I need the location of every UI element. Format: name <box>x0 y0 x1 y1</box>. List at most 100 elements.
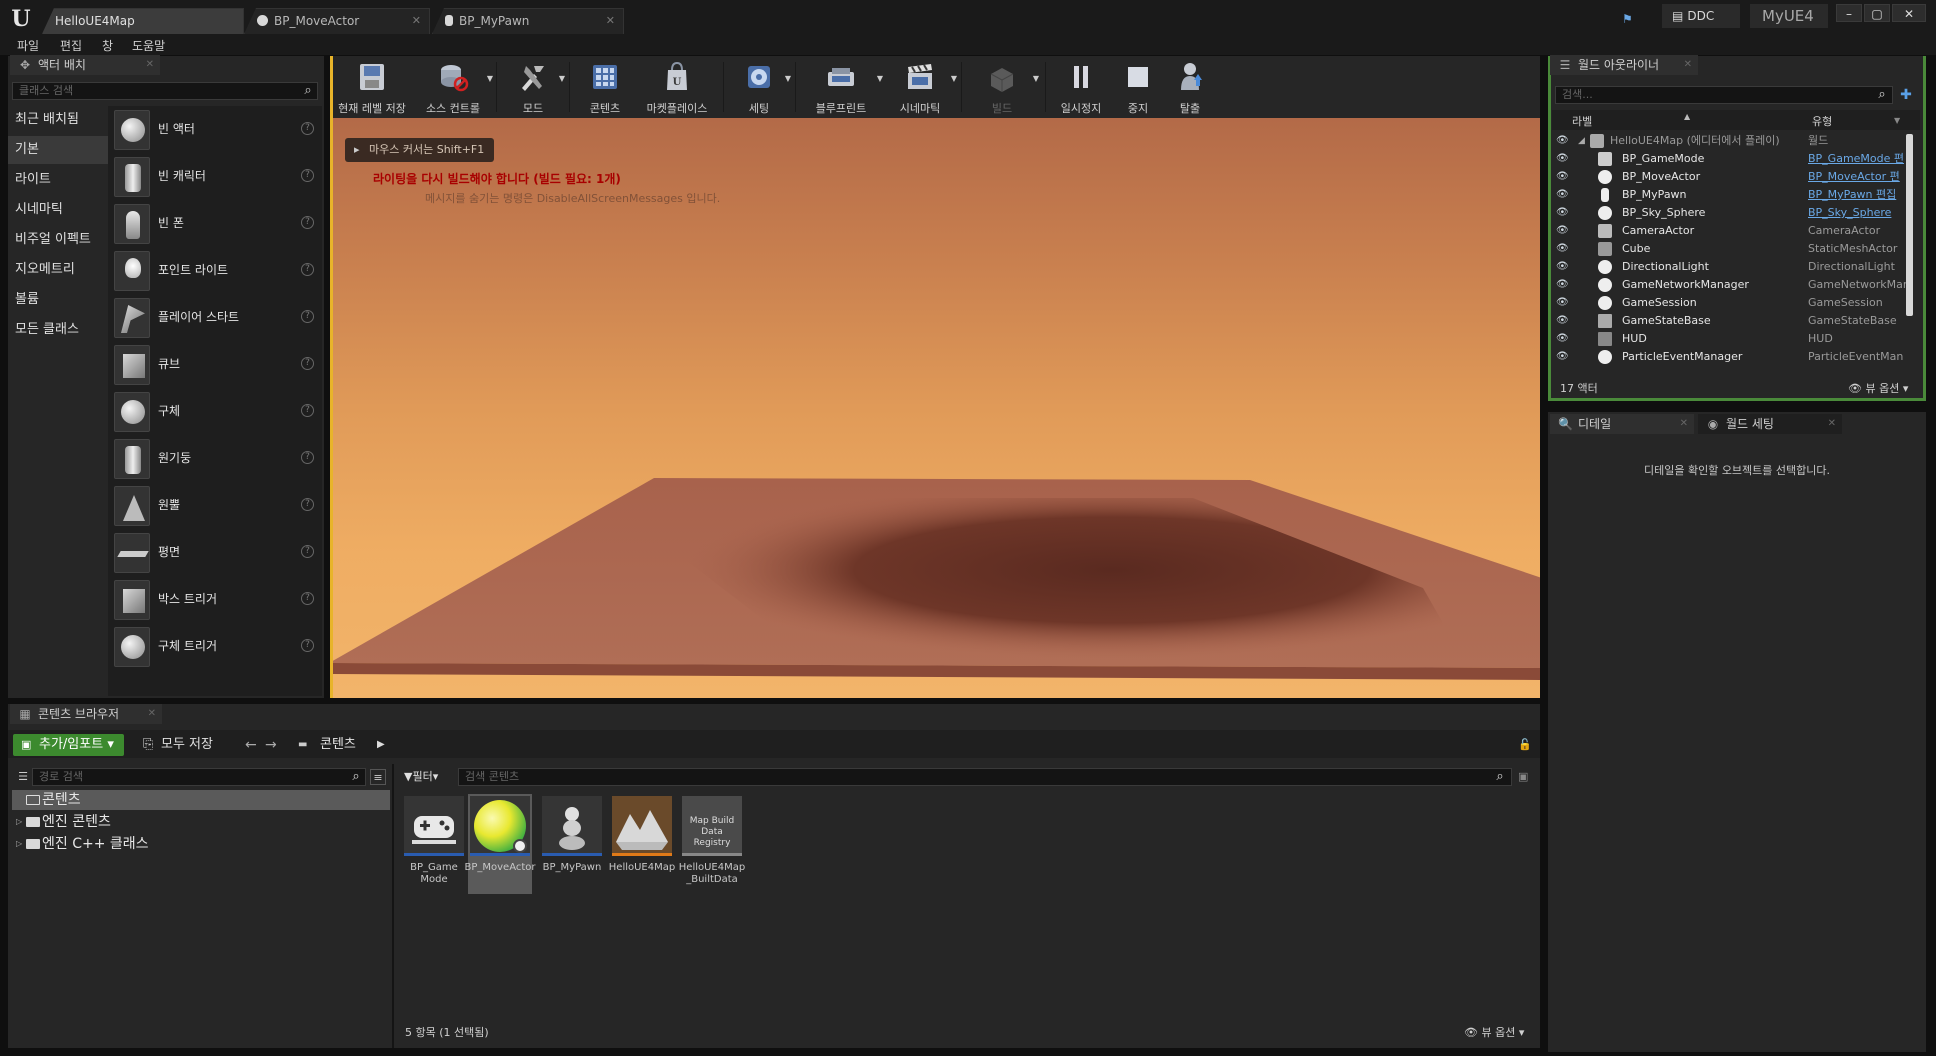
content-button[interactable]: 콘텐츠 <box>575 58 635 116</box>
list-item[interactable]: 빈 캐릭터 ? <box>108 153 322 200</box>
path-search-input[interactable]: 경로 검색 <box>32 768 366 786</box>
tab-details[interactable]: 🔍 디테일 ✕ <box>1550 414 1694 434</box>
search-icon[interactable]: ⌕ <box>300 83 316 99</box>
category-volumes[interactable]: 볼륨 <box>8 286 108 314</box>
tree-item-engine-cpp[interactable]: ▷ 엔진 C++ 클래스 <box>12 834 390 854</box>
tab-bp-moveactor[interactable]: BP_MoveActor ✕ <box>244 8 430 34</box>
visibility-eye-icon[interactable]: 👁 <box>1556 150 1569 168</box>
sources-toggle-icon[interactable]: ☰ <box>15 769 31 785</box>
chevron-down-icon[interactable]: ▼ <box>1894 116 1900 125</box>
outliner-scrollbar[interactable] <box>1906 134 1913 316</box>
outliner-view-options[interactable]: 👁 뷰 옵션 ▾ <box>1848 380 1908 396</box>
table-row[interactable]: 👁 GameNetworkManager GameNetworkMan <box>1552 276 1914 294</box>
visibility-eye-icon[interactable]: 👁 <box>1556 204 1569 222</box>
breadcrumb-arrow-icon[interactable]: ▶ <box>377 734 385 756</box>
category-visual-effects[interactable]: 비주얼 이펙트 <box>8 226 108 254</box>
add-import-button[interactable]: 추가/임포트 ▾ <box>13 734 124 756</box>
close-button[interactable]: ✕ <box>1892 4 1926 22</box>
menu-file[interactable]: 파일 <box>17 37 39 54</box>
tab-world-outliner[interactable]: ☰ 월드 아웃라이너 ✕ <box>1550 55 1698 75</box>
category-recent[interactable]: 최근 배치됨 <box>8 106 108 134</box>
table-row[interactable]: 👁 Cube StaticMeshActor <box>1552 240 1914 258</box>
content-browser-splitter[interactable] <box>392 764 394 1048</box>
table-row[interactable]: 👁 DirectionalLight DirectionalLight <box>1552 258 1914 276</box>
visibility-eye-icon[interactable]: 👁 <box>1556 330 1569 348</box>
list-item[interactable]: 빈 액터 ? <box>108 106 322 153</box>
list-item[interactable]: 포인트 라이트 ? <box>108 247 322 294</box>
visibility-eye-icon[interactable]: 👁 <box>1556 132 1569 150</box>
tab-place-actors[interactable]: ✥ 액터 배치 ✕ <box>10 55 160 75</box>
build-button[interactable]: ▼ 빌드 <box>967 58 1039 116</box>
asset-search-input[interactable]: 검색 콘텐츠 <box>458 768 1512 786</box>
list-item[interactable]: 박스 트리거 ? <box>108 576 322 623</box>
marketplace-button[interactable]: U 마켓플레이스 <box>637 58 717 116</box>
outliner-search-input[interactable]: 검색... <box>1555 86 1893 104</box>
maximize-button[interactable]: ▢ <box>1864 4 1890 22</box>
source-control-button[interactable]: ▼ 소스 컨트롤 <box>415 58 493 116</box>
search-icon[interactable]: ⌕ <box>348 769 364 785</box>
mouse-cursor-hint[interactable]: 마우스 커서는 Shift+F1 <box>345 138 495 162</box>
expand-arrow-icon[interactable]: ◢ <box>1578 132 1585 150</box>
help-icon[interactable]: ? <box>301 451 314 464</box>
close-icon[interactable]: ✕ <box>1828 414 1836 434</box>
source-control-status-icon[interactable]: ⚑ <box>1622 12 1638 26</box>
content-view-options[interactable]: 👁 뷰 옵션 ▾ <box>1464 1024 1524 1040</box>
close-icon[interactable]: ✕ <box>412 9 421 33</box>
eject-button[interactable]: 탈출 <box>1165 58 1215 116</box>
level-viewport[interactable]: 마우스 커서는 Shift+F1 라이팅을 다시 빌드해야 합니다 (빌드 필요… <box>330 118 1540 698</box>
row-type-link[interactable]: BP_MyPawn 편집 <box>1808 186 1896 204</box>
menu-help[interactable]: 도움말 <box>132 37 165 54</box>
visibility-eye-icon[interactable]: 👁 <box>1556 240 1569 258</box>
stop-button[interactable]: 중지 <box>1113 58 1163 116</box>
tab-bp-mypawn[interactable]: BP_MyPawn ✕ <box>432 8 624 34</box>
visibility-eye-icon[interactable]: 👁 <box>1556 222 1569 240</box>
save-search-icon[interactable]: ▣ <box>1518 770 1528 783</box>
visibility-eye-icon[interactable]: 👁 <box>1556 186 1569 204</box>
list-item[interactable]: 플레이어 스타트 ? <box>108 294 322 341</box>
help-icon[interactable]: ? <box>301 310 314 323</box>
row-type-link[interactable]: BP_GameMode 편 <box>1808 150 1904 168</box>
close-icon[interactable]: ✕ <box>606 9 615 33</box>
search-icon[interactable]: ⌕ <box>1874 87 1890 103</box>
visibility-eye-icon[interactable]: 👁 <box>1556 168 1569 186</box>
table-row[interactable]: 👁 BP_GameMode BP_GameMode 편 <box>1552 150 1914 168</box>
settings-button[interactable]: ▼ 세팅 <box>729 58 791 116</box>
table-row[interactable]: 👁 GameStateBase GameStateBase <box>1552 312 1914 330</box>
filter-button[interactable]: ▼필터▾ <box>404 769 438 785</box>
list-item[interactable]: 원뿔 ? <box>108 482 322 529</box>
help-icon[interactable]: ? <box>301 498 314 511</box>
minimize-button[interactable]: – <box>1836 4 1862 22</box>
help-icon[interactable]: ? <box>301 263 314 276</box>
ddc-indicator[interactable]: ▤ DDC <box>1662 4 1740 28</box>
column-label[interactable]: 라벨 <box>1572 113 1592 129</box>
table-row[interactable]: 👁 BP_MoveActor BP_MoveActor 편 <box>1552 168 1914 186</box>
table-row[interactable]: 👁 HUD HUD <box>1552 330 1914 348</box>
tab-content-browser[interactable]: ▦ 콘텐츠 브라우저 ✕ <box>10 704 162 724</box>
breadcrumb[interactable]: 콘텐츠 <box>296 734 356 756</box>
expand-arrow-icon[interactable]: ▷ <box>16 812 22 832</box>
expand-arrow-icon[interactable]: ▷ <box>16 834 22 854</box>
list-item[interactable]: 구체 ? <box>108 388 322 435</box>
path-view-options-icon[interactable]: ≡ <box>370 769 386 785</box>
column-type[interactable]: 유형 <box>1812 113 1832 129</box>
help-icon[interactable]: ? <box>301 592 314 605</box>
visibility-eye-icon[interactable]: 👁 <box>1556 312 1569 330</box>
table-row[interactable]: 👁 BP_Sky_Sphere BP_Sky_Sphere <box>1552 204 1914 222</box>
visibility-eye-icon[interactable]: 👁 <box>1556 348 1569 366</box>
tree-item-content[interactable]: 콘텐츠 <box>12 790 390 810</box>
cinematics-button[interactable]: ▼ 시네마틱 <box>885 58 957 116</box>
save-all-button[interactable]: 모두 저장 <box>143 734 213 756</box>
category-cinematic[interactable]: 시네마틱 <box>8 196 108 224</box>
table-row[interactable]: 👁 CameraActor CameraActor <box>1552 222 1914 240</box>
close-icon[interactable]: ✕ <box>146 55 154 75</box>
table-row[interactable]: 👁 GameSession GameSession <box>1552 294 1914 312</box>
category-geometry[interactable]: 지오메트리 <box>8 256 108 284</box>
list-item[interactable]: 큐브 ? <box>108 341 322 388</box>
menu-edit[interactable]: 편집 <box>60 37 82 54</box>
help-icon[interactable]: ? <box>301 404 314 417</box>
visibility-eye-icon[interactable]: 👁 <box>1556 276 1569 294</box>
table-row[interactable]: 👁 BP_MyPawn BP_MyPawn 편집 <box>1552 186 1914 204</box>
modes-button[interactable]: ▼ 모드 <box>503 58 565 116</box>
help-icon[interactable]: ? <box>301 169 314 182</box>
help-icon[interactable]: ? <box>301 122 314 135</box>
